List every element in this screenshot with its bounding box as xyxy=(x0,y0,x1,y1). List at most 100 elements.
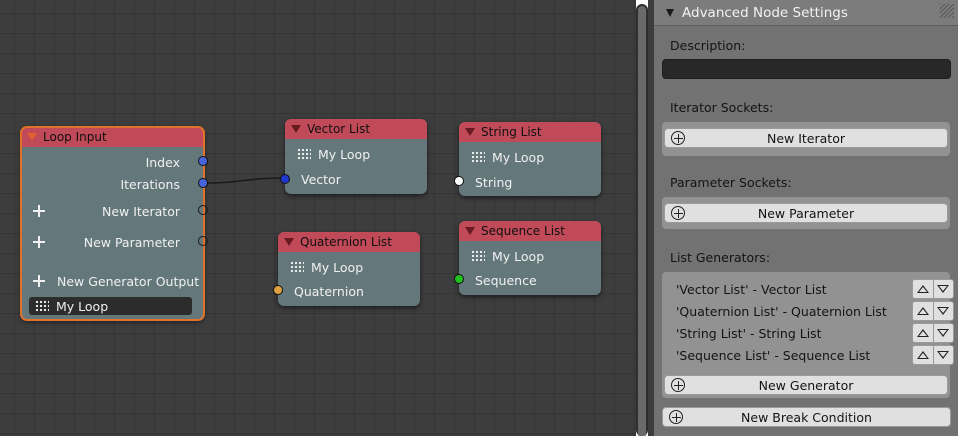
loop-name-value: My Loop xyxy=(56,298,109,314)
quaternion-input-socket[interactable] xyxy=(273,285,283,295)
move-up-button[interactable] xyxy=(913,324,934,342)
generator-label: 'Vector List' - Vector List xyxy=(676,281,827,297)
generator-item[interactable]: 'String List' - String List xyxy=(676,323,822,343)
add-icon xyxy=(671,378,685,392)
add-icon xyxy=(671,131,685,145)
new-iterator-socket[interactable] xyxy=(198,205,208,215)
new-parameter-socket[interactable] xyxy=(198,236,208,246)
new-generator-output-row[interactable]: New Generator Output xyxy=(21,271,204,291)
string-input-row: String xyxy=(459,172,601,192)
sequence-input-row: Sequence xyxy=(459,270,601,290)
add-icon xyxy=(669,410,683,424)
new-parameter-row[interactable]: New Parameter xyxy=(21,232,204,252)
loop-row: My Loop xyxy=(459,246,601,266)
collapse-triangle-icon[interactable] xyxy=(27,133,37,141)
link-iterations-to-vector xyxy=(202,177,286,184)
vector-list-header[interactable]: Vector List xyxy=(285,119,427,139)
loop-row: My Loop xyxy=(285,144,427,164)
loop-row: My Loop xyxy=(459,147,601,167)
move-down-icon xyxy=(937,285,950,293)
iterations-output-socket[interactable] xyxy=(198,178,208,188)
string-list-title: String List xyxy=(481,125,542,139)
iterations-output-row: Iterations xyxy=(21,174,204,194)
new-parameter-label: New Parameter xyxy=(83,234,180,250)
move-down-icon xyxy=(937,329,950,337)
loop-label: My Loop xyxy=(492,149,545,165)
new-break-condition-label: New Break Condition xyxy=(741,409,872,425)
string-input-label: String xyxy=(475,174,513,190)
plus-icon xyxy=(33,236,45,248)
quaternion-list-header[interactable]: Quaternion List xyxy=(278,232,420,252)
sequence-list-node[interactable]: Sequence List My Loop Sequence xyxy=(459,221,601,295)
move-down-button[interactable] xyxy=(934,346,954,364)
move-up-icon xyxy=(916,329,929,337)
sequence-input-socket[interactable] xyxy=(454,274,464,284)
move-up-button[interactable] xyxy=(913,280,934,298)
generator-label: 'Quaternion List' - Quaternion List xyxy=(676,303,887,319)
loop-name-field[interactable]: My Loop xyxy=(29,297,192,315)
string-list-node[interactable]: String List My Loop String xyxy=(459,122,601,196)
collapse-triangle-icon[interactable] xyxy=(465,128,475,136)
generator-label: 'Sequence List' - Sequence List xyxy=(676,347,871,363)
vector-list-node[interactable]: Vector List My Loop Vector xyxy=(285,119,427,194)
loop-input-header[interactable]: Loop Input xyxy=(21,127,204,147)
plus-icon xyxy=(33,275,45,287)
description-field[interactable] xyxy=(662,59,951,79)
vector-input-row: Vector xyxy=(285,169,427,189)
parameter-sockets-box: New Parameter xyxy=(662,197,950,229)
new-break-condition-button[interactable]: New Break Condition xyxy=(662,407,951,427)
string-list-header[interactable]: String List xyxy=(459,122,601,142)
move-down-button[interactable] xyxy=(934,324,954,342)
panel-title: Advanced Node Settings xyxy=(682,4,848,21)
new-iterator-button[interactable]: New Iterator xyxy=(664,128,948,148)
generator-item[interactable]: 'Quaternion List' - Quaternion List xyxy=(676,301,887,321)
move-up-icon xyxy=(916,285,929,293)
quaternion-list-title: Quaternion List xyxy=(300,235,392,249)
collapse-triangle-icon[interactable] xyxy=(284,238,294,246)
plus-icon xyxy=(33,205,45,217)
vector-input-socket[interactable] xyxy=(280,174,290,184)
new-generator-button[interactable]: New Generator xyxy=(664,375,948,395)
reorder-controls xyxy=(912,301,954,321)
move-down-icon xyxy=(937,307,950,315)
node-editor-canvas[interactable]: Loop Input Index Iterations New Iterator… xyxy=(0,0,636,436)
scrollbar-thumb[interactable] xyxy=(638,6,646,436)
index-output-socket[interactable] xyxy=(198,156,208,166)
move-down-button[interactable] xyxy=(934,302,954,320)
sequence-list-header[interactable]: Sequence List xyxy=(459,221,601,241)
new-parameter-button[interactable]: New Parameter xyxy=(664,203,948,223)
string-input-socket[interactable] xyxy=(454,176,464,186)
index-output-label: Index xyxy=(145,154,180,170)
generator-item[interactable]: 'Sequence List' - Sequence List xyxy=(676,345,870,365)
index-output-row: Index xyxy=(21,152,204,172)
panel-header[interactable]: Advanced Node Settings xyxy=(654,0,958,26)
list-generators-label: List Generators: xyxy=(670,250,771,265)
loop-icon xyxy=(471,151,485,163)
move-down-button[interactable] xyxy=(934,280,954,298)
generator-item[interactable]: 'Vector List' - Vector List xyxy=(676,279,827,299)
quaternion-input-row: Quaternion xyxy=(278,281,420,301)
quaternion-list-node[interactable]: Quaternion List My Loop Quaternion xyxy=(278,232,420,306)
parameter-sockets-label: Parameter Sockets: xyxy=(670,175,792,190)
advanced-node-settings-panel: Advanced Node Settings Description: Iter… xyxy=(654,0,958,436)
loop-label: My Loop xyxy=(492,248,545,264)
drag-grip-icon[interactable] xyxy=(940,4,954,18)
move-up-button[interactable] xyxy=(913,302,934,320)
loop-icon xyxy=(471,250,485,262)
reorder-controls xyxy=(912,279,954,299)
move-up-button[interactable] xyxy=(913,346,934,364)
new-iterator-row[interactable]: New Iterator xyxy=(21,201,204,221)
list-generators-box: 'Vector List' - Vector List 'Quaternion … xyxy=(662,272,954,398)
loop-label: My Loop xyxy=(311,259,364,275)
new-generator-label: New Generator xyxy=(758,377,854,393)
collapse-triangle-icon[interactable] xyxy=(465,227,475,235)
collapse-triangle-icon[interactable] xyxy=(291,125,301,133)
sequence-input-label: Sequence xyxy=(475,272,537,288)
collapse-triangle-icon[interactable] xyxy=(666,8,674,17)
description-label: Description: xyxy=(670,38,746,53)
vertical-scrollbar[interactable] xyxy=(636,4,648,436)
loop-input-node[interactable]: Loop Input Index Iterations New Iterator… xyxy=(20,126,208,321)
loop-icon xyxy=(297,148,311,160)
loop-label: My Loop xyxy=(318,146,371,162)
loop-row: My Loop xyxy=(278,257,420,277)
